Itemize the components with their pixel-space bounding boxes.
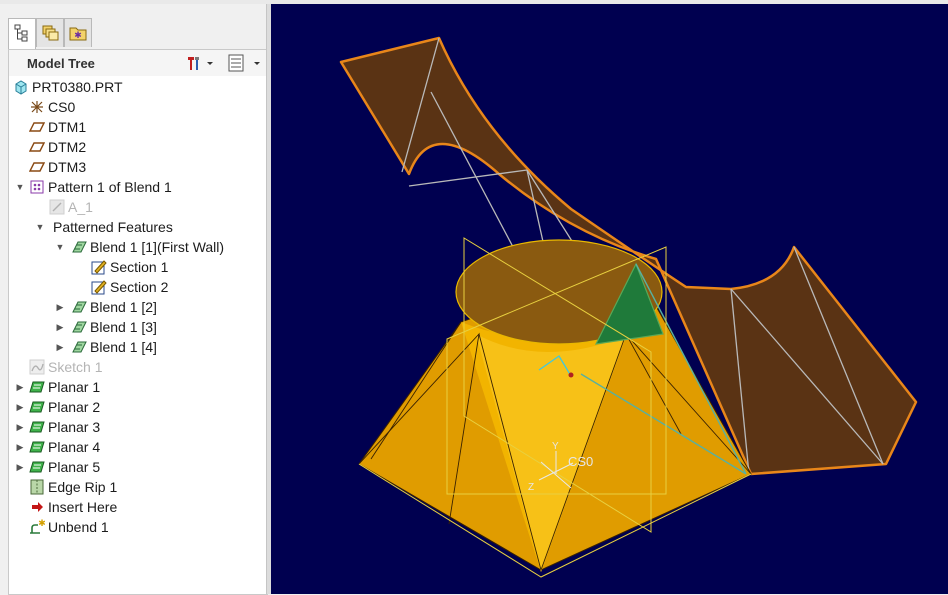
- model-tree-header: Model Tree: [8, 49, 268, 77]
- tree-item-label: Insert Here: [48, 499, 118, 515]
- tree-item-blend1-2[interactable]: Blend 1 [2]: [71, 297, 157, 317]
- datum-plane-icon: [29, 122, 45, 132]
- pattern-axis-point: [568, 372, 574, 378]
- model-tree-title: Model Tree: [27, 56, 95, 71]
- expand-arrow-icon[interactable]: ▶: [15, 382, 25, 392]
- tree-item-patterned-features[interactable]: Patterned Features: [53, 217, 173, 237]
- planar-icon: [29, 461, 45, 473]
- model-tree-tab[interactable]: [8, 18, 36, 49]
- tree-item-part[interactable]: PRT0380.PRT: [13, 77, 123, 97]
- tree-item-a1[interactable]: A_1: [49, 197, 93, 217]
- tree-item-label: DTM1: [48, 119, 87, 135]
- tree-item-blend1-1[interactable]: Blend 1 [1](First Wall): [71, 237, 224, 257]
- tree-item-label: Edge Rip 1: [48, 479, 118, 495]
- tree-item-dtm2[interactable]: DTM2: [29, 137, 86, 157]
- tree-item-section2[interactable]: Section 2: [91, 277, 168, 297]
- tree-item-label: A_1: [68, 199, 93, 215]
- planar-icon: [29, 401, 45, 413]
- tree-item-blend1-3[interactable]: Blend 1 [3]: [71, 317, 157, 337]
- collapse-arrow-icon[interactable]: ▼: [35, 222, 45, 232]
- blend-icon: [72, 341, 87, 353]
- tree-item-label: Section 1: [110, 259, 169, 275]
- tree-item-label: Blend 1 [4]: [90, 339, 157, 355]
- navigator-panel: ✱ Model Tree PRT0380.PRT CS0 DTM1 DTM2 D…: [0, 4, 271, 595]
- tree-item-label: Unbend 1: [48, 519, 109, 535]
- tree-item-label: Patterned Features: [53, 219, 173, 235]
- tree-item-planar1[interactable]: Planar 1: [29, 377, 100, 397]
- collapse-arrow-icon[interactable]: ▼: [55, 242, 65, 252]
- axis-icon: [49, 199, 65, 215]
- tree-item-label: Planar 1: [48, 379, 101, 395]
- tree-item-label: Planar 3: [48, 419, 101, 435]
- collapse-arrow-icon[interactable]: ▼: [15, 182, 25, 192]
- section-icon: [91, 280, 107, 295]
- expand-arrow-icon[interactable]: ▶: [55, 322, 65, 332]
- tree-item-label: Blend 1 [3]: [90, 319, 157, 335]
- blend-icon: [72, 241, 87, 253]
- tree-item-edge-rip1[interactable]: Edge Rip 1: [29, 477, 117, 497]
- tree-item-planar4[interactable]: Planar 4: [29, 437, 100, 457]
- svg-text:✱: ✱: [74, 31, 82, 41]
- favorites-tab[interactable]: ✱: [64, 18, 92, 47]
- model-3d-view[interactable]: CS0 Y Z: [271, 4, 948, 594]
- tree-item-insert-here[interactable]: Insert Here: [29, 497, 117, 517]
- tree-item-section1[interactable]: Section 1: [91, 257, 168, 277]
- svg-text:✱: ✱: [38, 519, 45, 529]
- tree-item-label: DTM3: [48, 159, 87, 175]
- tree-item-label: DTM2: [48, 139, 87, 155]
- tree-item-label: PRT0380.PRT: [32, 79, 123, 95]
- tree-columns-icon[interactable]: [227, 54, 263, 77]
- tree-item-cs0[interactable]: CS0: [29, 97, 75, 117]
- tree-item-planar2[interactable]: Planar 2: [29, 397, 100, 417]
- model-tree: PRT0380.PRT CS0 DTM1 DTM2 DTM3 ▼ Pattern…: [8, 76, 268, 595]
- blend-icon: [72, 301, 87, 313]
- tree-item-unbend1[interactable]: ✱ Unbend 1: [29, 517, 109, 537]
- unbend-icon: ✱: [30, 519, 45, 534]
- tree-item-label: Section 2: [110, 279, 169, 295]
- pattern-icon: [30, 180, 44, 194]
- planar-icon: [29, 441, 45, 453]
- part-icon: [15, 80, 27, 95]
- expand-arrow-icon[interactable]: ▶: [15, 462, 25, 472]
- expand-arrow-icon[interactable]: ▶: [15, 442, 25, 452]
- tree-item-dtm1[interactable]: DTM1: [29, 117, 86, 137]
- layers-tab[interactable]: [36, 18, 64, 47]
- expand-arrow-icon[interactable]: ▶: [15, 402, 25, 412]
- expand-arrow-icon[interactable]: ▶: [15, 422, 25, 432]
- tree-item-label: CS0: [48, 99, 76, 115]
- folder-star-icon: ✱: [69, 27, 87, 41]
- csys-icon: [31, 101, 43, 113]
- tree-item-label: Pattern 1 of Blend 1: [48, 179, 172, 195]
- layers-icon: [42, 25, 59, 41]
- axis-z-label: Z: [528, 482, 534, 493]
- tree-item-dtm3[interactable]: DTM3: [29, 157, 86, 177]
- tree-item-planar5[interactable]: Planar 5: [29, 457, 100, 477]
- tree-item-pattern[interactable]: Pattern 1 of Blend 1: [29, 177, 172, 197]
- axis-y-label: Y: [552, 441, 559, 452]
- expand-arrow-icon[interactable]: ▶: [55, 302, 65, 312]
- graphics-viewport[interactable]: CS0 Y Z: [271, 4, 948, 594]
- expand-arrow-icon[interactable]: ▶: [55, 342, 65, 352]
- sketch-icon: [29, 359, 45, 375]
- csys-label: CS0: [568, 454, 593, 469]
- tree-item-blend1-4[interactable]: Blend 1 [4]: [71, 337, 157, 357]
- edge-rip-icon: [30, 479, 44, 495]
- blend-icon: [72, 321, 87, 333]
- planar-icon: [29, 381, 45, 393]
- tree-settings-icon[interactable]: [185, 54, 215, 77]
- tree-item-label: Blend 1 [1](First Wall): [90, 239, 225, 255]
- tree-item-label: Planar 4: [48, 439, 101, 455]
- tree-item-label: Planar 5: [48, 459, 101, 475]
- model-tree-tab-icon: [14, 24, 28, 42]
- tree-item-label: Planar 2: [48, 399, 101, 415]
- tree-item-planar3[interactable]: Planar 3: [29, 417, 100, 437]
- section-icon: [91, 260, 107, 275]
- insert-here-icon: [32, 502, 43, 512]
- tree-item-label: Blend 1 [2]: [90, 299, 157, 315]
- tree-item-sketch1[interactable]: Sketch 1: [29, 357, 102, 377]
- planar-icon: [29, 421, 45, 433]
- datum-plane-icon: [29, 142, 45, 152]
- datum-plane-icon: [29, 162, 45, 172]
- tree-item-label: Sketch 1: [48, 359, 103, 375]
